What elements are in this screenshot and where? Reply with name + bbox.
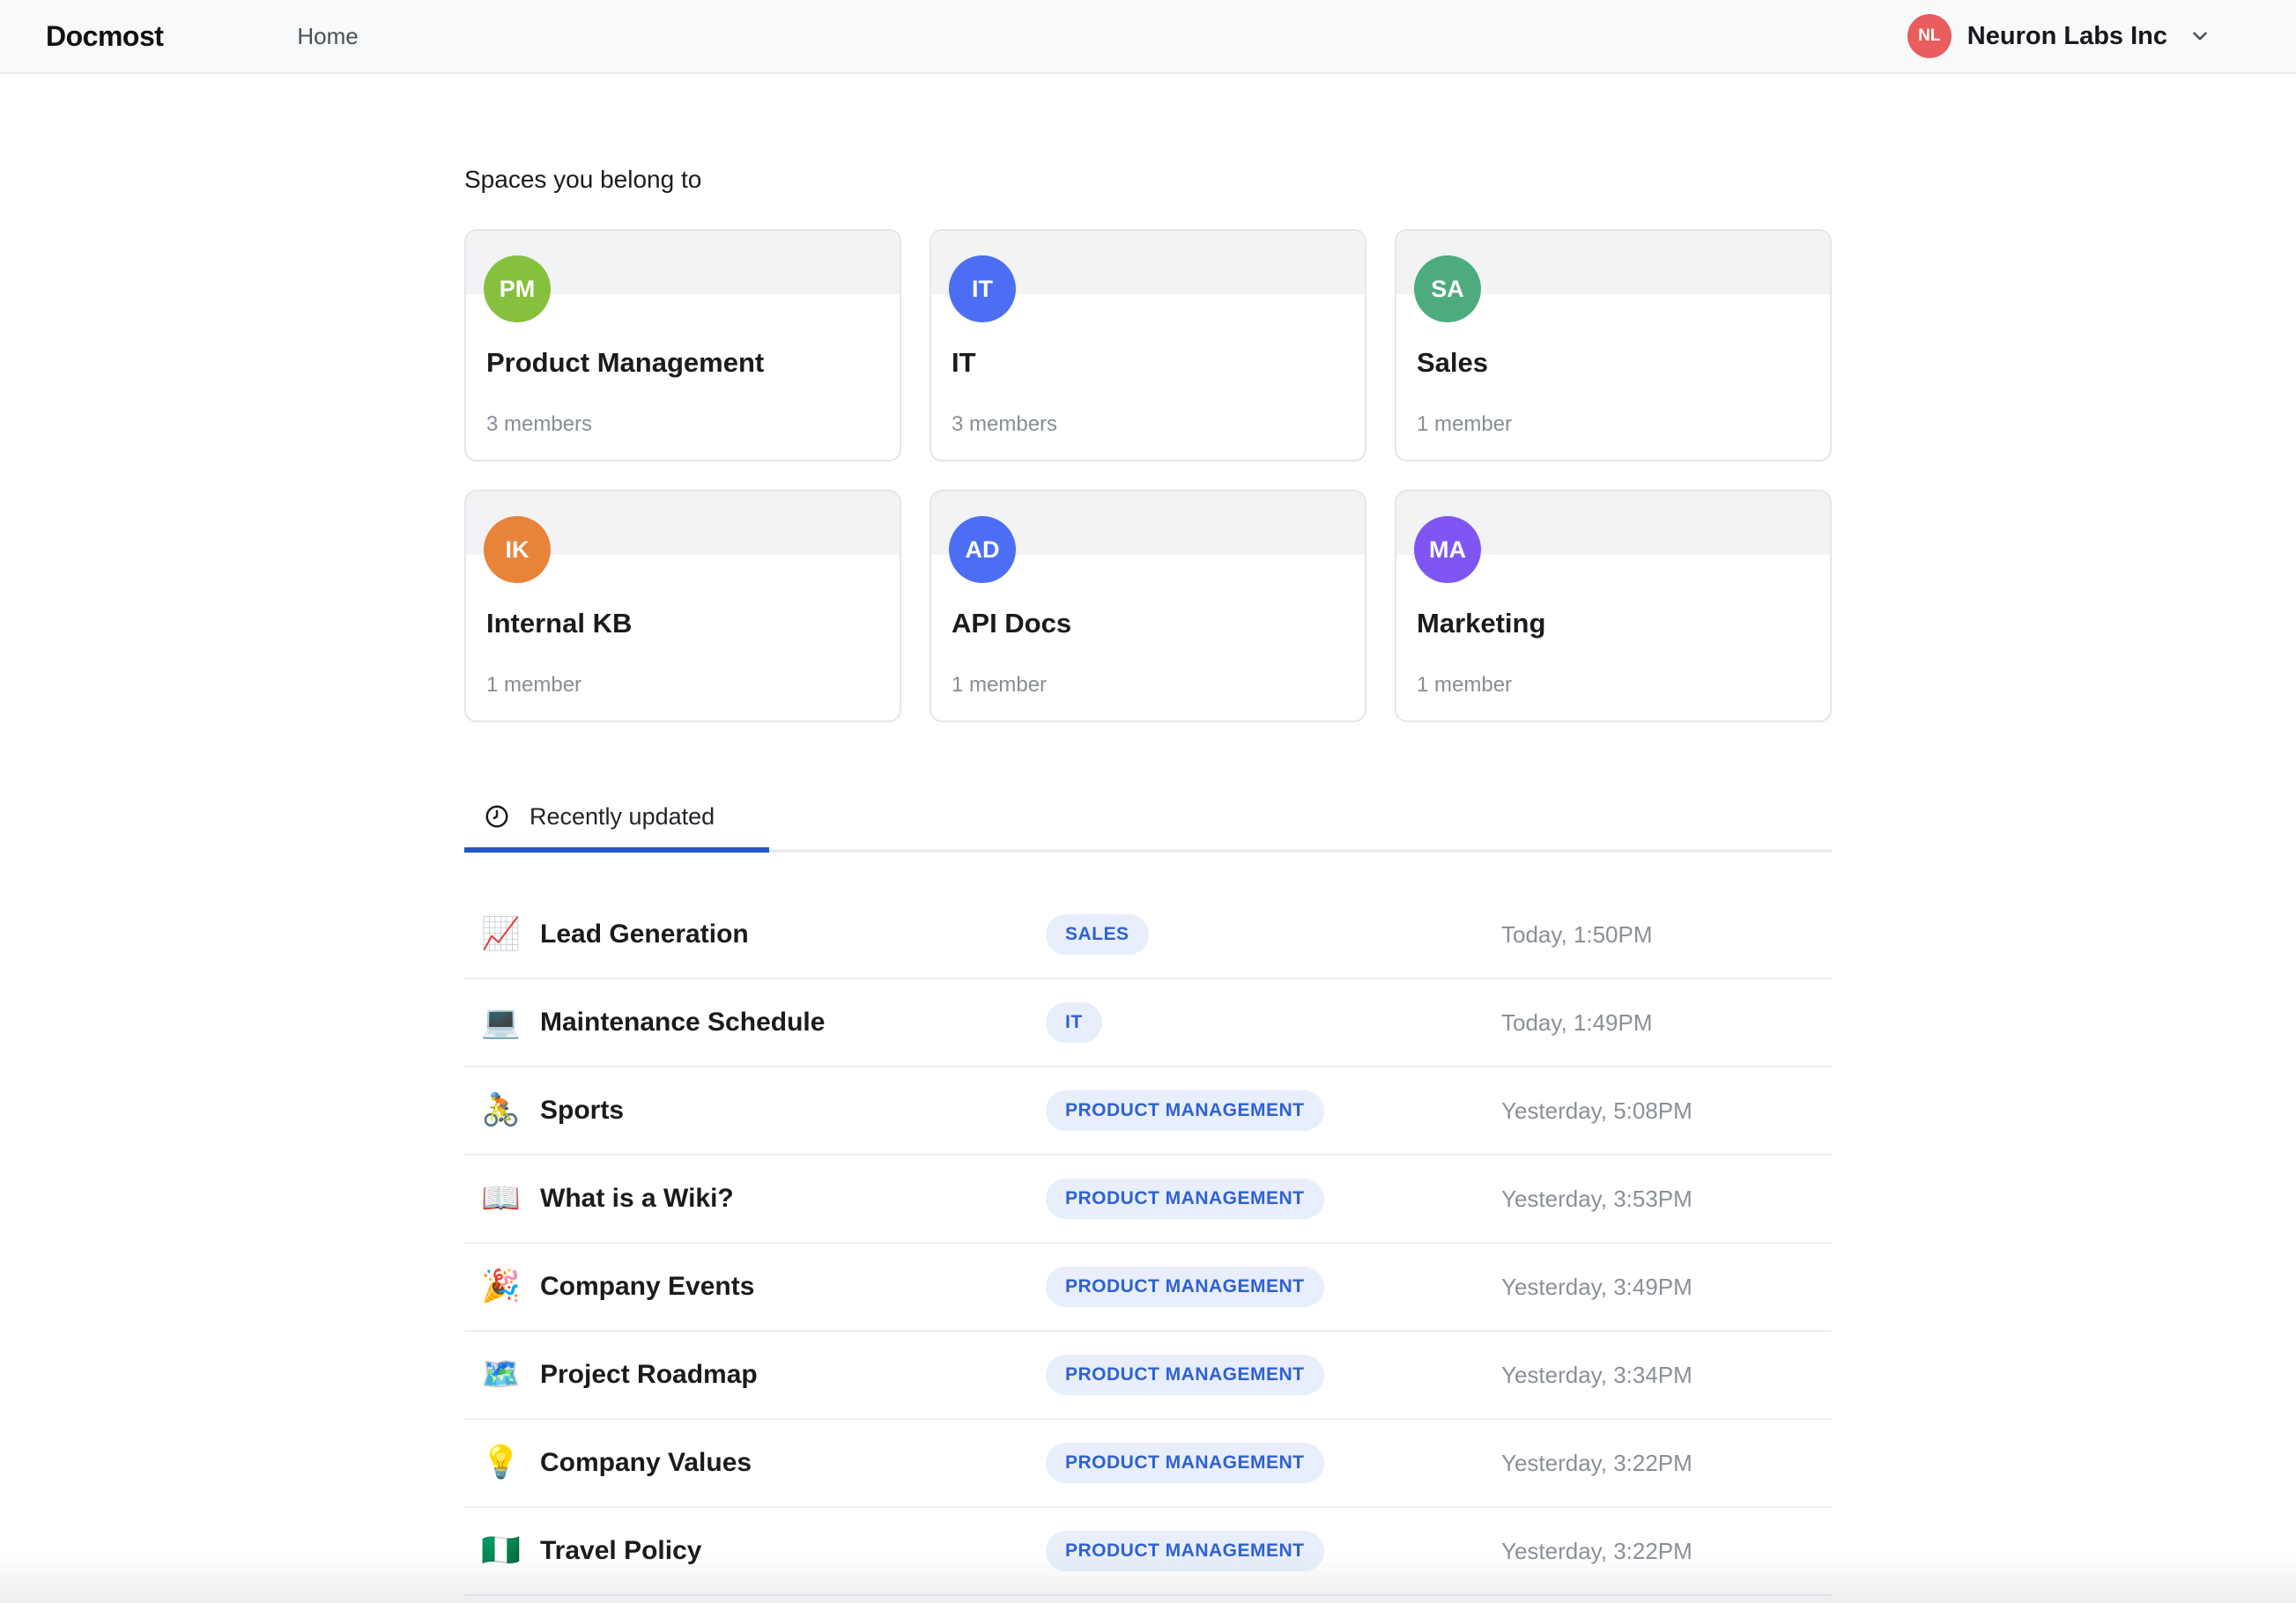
space-name: Product Management [486, 347, 765, 378]
space-name: IT [952, 347, 976, 378]
space-badge[interactable]: PRODUCT MANAGEMENT [1046, 1178, 1324, 1219]
active-tab-indicator [464, 847, 770, 853]
page-title: Project Roadmap [540, 1360, 758, 1389]
updated-time: Yesterday, 3:49PM [1501, 1273, 1692, 1300]
page-title: Company Events [540, 1272, 755, 1301]
open-book-icon: 📖 [481, 1180, 521, 1216]
space-avatar: AD [949, 516, 1016, 583]
workspace-switcher[interactable]: NL Neuron Labs Inc [1907, 14, 2211, 58]
space-card-api-docs[interactable]: AD API Docs 1 member [930, 490, 1366, 722]
updated-time: Yesterday, 3:22PM [1501, 1449, 1692, 1476]
updated-time: Yesterday, 3:53PM [1501, 1185, 1692, 1212]
space-badge[interactable]: PRODUCT MANAGEMENT [1046, 1355, 1324, 1395]
chart-increasing-icon: 📈 [481, 916, 521, 952]
updated-time: Yesterday, 3:34PM [1501, 1361, 1692, 1388]
nav-home-link[interactable]: Home [297, 23, 358, 50]
space-badge[interactable]: IT [1046, 1002, 1102, 1043]
space-member-count: 3 members [952, 412, 1058, 436]
page-title: Travel Policy [540, 1536, 702, 1565]
space-avatar: PM [484, 255, 551, 322]
space-card-it[interactable]: IT IT 3 members [930, 229, 1366, 462]
page-title: Sports [540, 1096, 625, 1125]
space-name: Marketing [1417, 608, 1546, 639]
space-name: Internal KB [486, 608, 633, 639]
page-title: What is a Wiki? [540, 1184, 734, 1213]
topbar: Docmost Home NL Neuron Labs Inc [0, 0, 2296, 74]
spaces-heading: Spaces you belong to [464, 166, 702, 193]
space-badge[interactable]: PRODUCT MANAGEMENT [1046, 1267, 1324, 1307]
updated-time: Yesterday, 5:08PM [1501, 1097, 1692, 1124]
page-row-what-is-a-wiki[interactable]: 📖 What is a Wiki? PRODUCT MANAGEMENT Yes… [464, 1156, 1832, 1244]
space-avatar: MA [1414, 516, 1481, 583]
space-member-count: 1 member [486, 673, 582, 697]
page-title: Company Values [540, 1448, 752, 1477]
person-biking-icon: 🚴 [481, 1092, 521, 1128]
updated-time: Yesterday, 3:22PM [1501, 1537, 1692, 1564]
clock-icon [484, 803, 510, 830]
world-map-icon: 🗺️ [481, 1356, 521, 1392]
updated-time: Today, 1:49PM [1501, 1008, 1653, 1036]
space-card-sales[interactable]: SA Sales 1 member [1395, 229, 1832, 462]
space-card-product-management[interactable]: PM Product Management 3 members [464, 229, 901, 462]
page-row-travel-policy[interactable]: 🇳🇬 Travel Policy PRODUCT MANAGEMENT Yest… [464, 1508, 1832, 1596]
nigeria-flag-icon: 🇳🇬 [481, 1533, 521, 1569]
space-member-count: 1 member [952, 673, 1048, 697]
laptop-icon: 💻 [481, 1004, 521, 1040]
recent-tabs: Recently updated [464, 784, 1832, 853]
space-card-marketing[interactable]: MA Marketing 1 member [1395, 490, 1832, 722]
page-row-maintenance-schedule[interactable]: 💻 Maintenance Schedule IT Today, 1:49PM [464, 979, 1832, 1067]
main-content: Spaces you belong to PM Product Manageme… [464, 166, 1832, 1596]
updated-time: Today, 1:50PM [1501, 920, 1653, 948]
page-row-company-events[interactable]: 🎉 Company Events PRODUCT MANAGEMENT Yest… [464, 1244, 1832, 1332]
workspace-name: Neuron Labs Inc [1966, 21, 2167, 50]
space-member-count: 3 members [486, 412, 593, 436]
space-badge[interactable]: PRODUCT MANAGEMENT [1046, 1090, 1324, 1131]
chevron-down-icon [2189, 25, 2211, 48]
space-name: API Docs [952, 608, 1072, 639]
page-title: Lead Generation [540, 920, 749, 949]
party-popper-icon: 🎉 [481, 1268, 521, 1304]
workspace-avatar: NL [1907, 14, 1952, 58]
spaces-grid: PM Product Management 3 members IT IT 3 … [464, 229, 1832, 722]
page-row-lead-generation[interactable]: 📈 Lead Generation SALES Today, 1:50PM [464, 891, 1832, 979]
app-logo[interactable]: Docmost [46, 20, 164, 53]
page-row-sports[interactable]: 🚴 Sports PRODUCT MANAGEMENT Yesterday, 5… [464, 1067, 1832, 1156]
space-card-internal-kb[interactable]: IK Internal KB 1 member [464, 490, 901, 722]
recently-updated-list: 📈 Lead Generation SALES Today, 1:50PM 💻 … [464, 891, 1832, 1596]
tab-label: Recently updated [530, 802, 715, 830]
space-avatar: IK [484, 516, 551, 583]
space-badge[interactable]: SALES [1046, 914, 1149, 955]
tab-recently-updated[interactable]: Recently updated [464, 784, 770, 853]
page-row-project-roadmap[interactable]: 🗺️ Project Roadmap PRODUCT MANAGEMENT Ye… [464, 1332, 1832, 1420]
space-badge[interactable]: PRODUCT MANAGEMENT [1046, 1531, 1324, 1571]
space-avatar: IT [949, 255, 1016, 322]
space-badge[interactable]: PRODUCT MANAGEMENT [1046, 1443, 1324, 1483]
page-row-company-values[interactable]: 💡 Company Values PRODUCT MANAGEMENT Yest… [464, 1420, 1832, 1508]
space-member-count: 1 member [1417, 673, 1513, 697]
light-bulb-icon: 💡 [481, 1444, 521, 1481]
page-title: Maintenance Schedule [540, 1008, 826, 1037]
space-avatar: SA [1414, 255, 1481, 322]
space-name: Sales [1417, 347, 1489, 378]
space-member-count: 1 member [1417, 412, 1513, 436]
